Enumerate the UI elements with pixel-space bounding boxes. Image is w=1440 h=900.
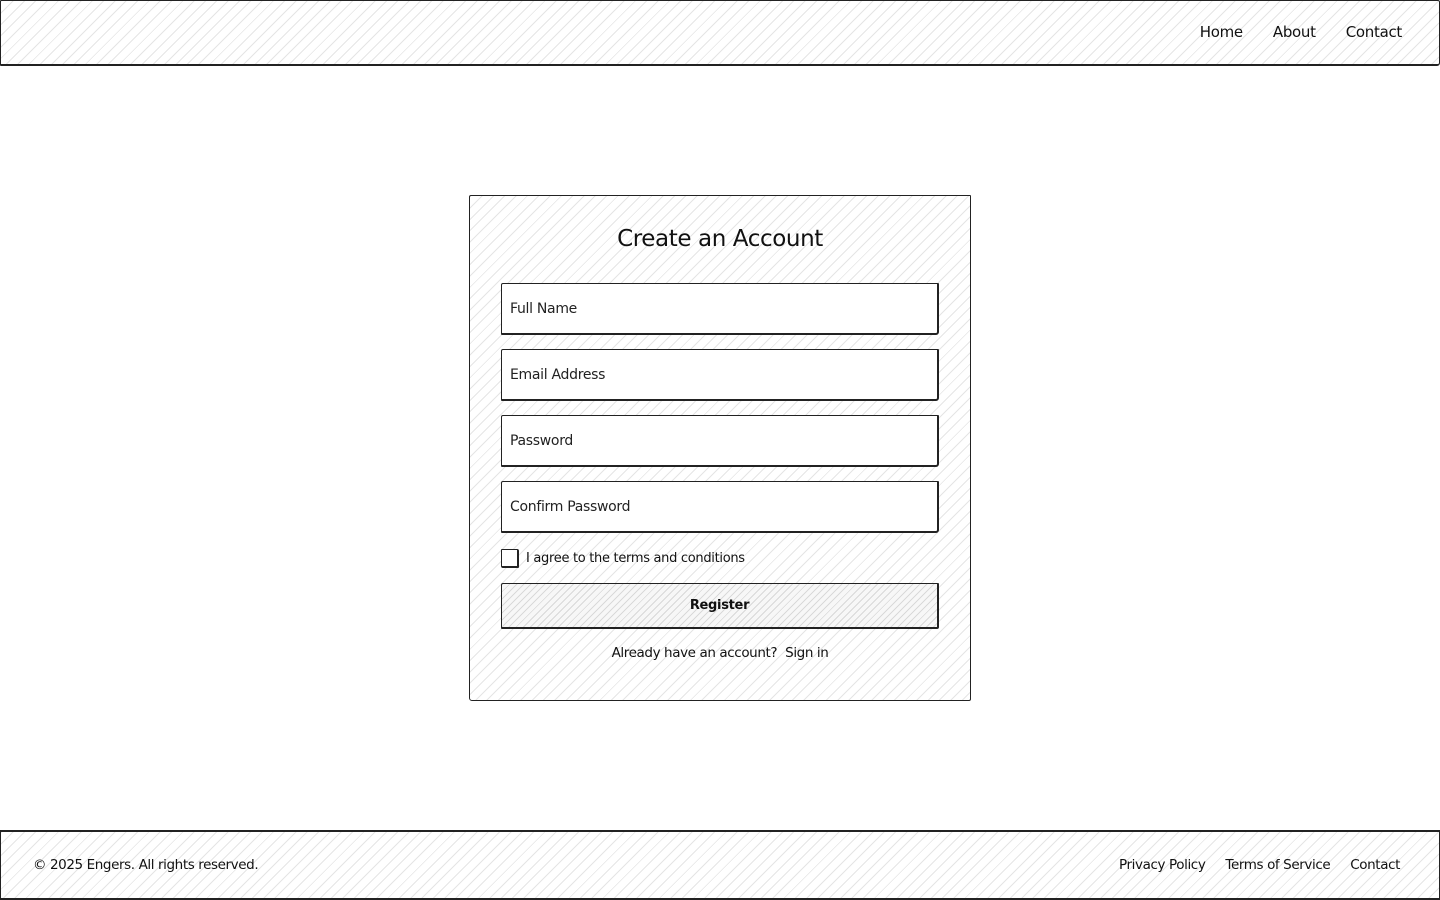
privacy-policy-link[interactable]: Privacy Policy	[1119, 857, 1206, 873]
confirm-password-input[interactable]	[510, 482, 937, 531]
confirm-password-field[interactable]	[501, 481, 939, 533]
terms-checkbox[interactable]	[501, 548, 519, 568]
footer-contact-link[interactable]: Contact	[1350, 857, 1400, 873]
site-footer: © 2025 Engers. All rights reserved. Priv…	[0, 830, 1440, 900]
terms-of-service-link[interactable]: Terms of Service	[1225, 857, 1330, 873]
site-header: Home About Contact	[0, 0, 1440, 66]
terms-agreement: I agree to the terms and conditions	[501, 548, 745, 568]
email-input[interactable]	[510, 350, 937, 399]
signin-link[interactable]: Sign in	[785, 645, 829, 661]
footer-links: Privacy Policy Terms of Service Contact	[1119, 832, 1400, 898]
nav-home-link[interactable]: Home	[1200, 23, 1243, 41]
copyright-text: © 2025 Engers. All rights reserved.	[33, 857, 259, 873]
register-button-label: Register	[689, 598, 750, 613]
signin-prompt-line: Already have an account? Sign in	[469, 645, 971, 661]
email-field[interactable]	[501, 349, 939, 401]
nav-contact-link[interactable]: Contact	[1346, 23, 1403, 41]
password-field[interactable]	[501, 415, 939, 467]
full-name-input[interactable]	[510, 284, 937, 333]
signin-prompt-text: Already have an account?	[611, 645, 778, 661]
main-nav: Home About Contact	[1200, 1, 1403, 63]
register-button[interactable]: Register	[501, 583, 939, 629]
page-title: Create an Account	[617, 226, 823, 252]
full-name-field[interactable]	[501, 283, 939, 335]
terms-label: I agree to the terms and conditions	[526, 550, 745, 566]
nav-about-link[interactable]: About	[1273, 23, 1316, 41]
password-input[interactable]	[510, 416, 937, 465]
